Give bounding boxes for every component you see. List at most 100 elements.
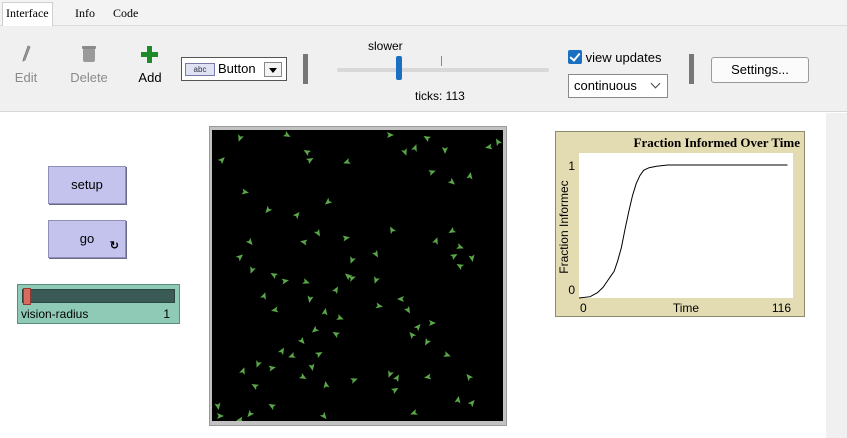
go-button-label: go bbox=[79, 231, 95, 246]
vertical-scrollbar[interactable] bbox=[826, 113, 847, 438]
add-button[interactable]: Add bbox=[137, 44, 163, 85]
speed-slider-center-tick bbox=[441, 56, 442, 66]
turtle bbox=[409, 331, 417, 340]
forever-icon: ↻ bbox=[109, 240, 119, 252]
turtle bbox=[413, 323, 421, 332]
delete-button[interactable]: Delete bbox=[69, 44, 109, 85]
widget-type-dropdown[interactable]: abc Button bbox=[181, 57, 287, 81]
turtle bbox=[331, 286, 338, 295]
turtle bbox=[271, 306, 279, 313]
tab-bar: Interface Info Code bbox=[0, 0, 847, 26]
turtle bbox=[214, 402, 221, 410]
view-updates-checkbox[interactable]: view updates bbox=[568, 50, 662, 65]
turtle bbox=[466, 373, 474, 382]
turtle bbox=[256, 360, 262, 368]
plot-fraction-informed: Fraction Informed Over Time 0 116 0 1 Time Fr… bbox=[555, 131, 805, 317]
turtle bbox=[217, 157, 225, 165]
turtle bbox=[428, 170, 436, 176]
ticks-counter: ticks: 113 bbox=[415, 89, 465, 103]
speed-slider-thumb[interactable] bbox=[396, 56, 402, 80]
update-mode-dropdown[interactable]: continuous bbox=[568, 74, 668, 98]
x-axis-label: Time bbox=[673, 301, 700, 315]
turtle bbox=[311, 325, 320, 333]
x-tick-label: 116 bbox=[772, 301, 791, 315]
turtle bbox=[342, 235, 350, 242]
turtle bbox=[239, 367, 245, 375]
tab-code[interactable]: Code bbox=[110, 3, 141, 25]
x-tick-label: 0 bbox=[580, 301, 587, 315]
turtle bbox=[496, 138, 503, 147]
turtle bbox=[448, 226, 457, 233]
turtle bbox=[303, 150, 312, 157]
turtle bbox=[314, 352, 323, 359]
turtle bbox=[324, 197, 333, 205]
toolbar-divider bbox=[303, 54, 308, 84]
plus-icon bbox=[141, 46, 158, 63]
view-updates-label: view updates bbox=[585, 50, 662, 65]
chevron-down-icon bbox=[650, 78, 661, 89]
turtle bbox=[235, 254, 244, 262]
y-tick-label: 1 bbox=[568, 159, 575, 173]
turtle bbox=[245, 237, 253, 246]
turtle bbox=[281, 278, 289, 285]
turtle bbox=[429, 320, 436, 326]
trash-icon bbox=[82, 46, 96, 62]
slider-value: 1 bbox=[163, 307, 170, 321]
turtle bbox=[466, 172, 473, 180]
turtle bbox=[270, 273, 279, 280]
turtle bbox=[485, 143, 493, 150]
turtle bbox=[343, 158, 351, 164]
turtle bbox=[268, 404, 277, 411]
turtle bbox=[217, 413, 224, 419]
turtle bbox=[247, 409, 255, 418]
turtle bbox=[374, 276, 380, 284]
turtle bbox=[305, 158, 314, 165]
vision-radius-slider[interactable]: vision-radius 1 bbox=[17, 284, 180, 324]
add-label: Add bbox=[138, 70, 162, 85]
settings-button[interactable]: Settings... bbox=[711, 57, 809, 83]
y-tick-label: 0 bbox=[568, 283, 575, 297]
turtle bbox=[397, 296, 404, 302]
checkbox-checked-icon bbox=[568, 50, 582, 64]
go-button[interactable]: go ↻ bbox=[48, 220, 126, 258]
turtle bbox=[442, 147, 448, 154]
update-mode-value: continuous bbox=[574, 78, 637, 93]
turtle bbox=[297, 336, 305, 345]
tab-interface[interactable]: Interface bbox=[2, 2, 53, 26]
turtle bbox=[336, 314, 344, 320]
plot-canvas: 0 116 0 1 Time Fraction Informec bbox=[557, 153, 793, 315]
tab-info[interactable]: Info bbox=[72, 3, 98, 25]
turtle bbox=[292, 211, 300, 220]
turtle bbox=[424, 373, 432, 380]
turtle bbox=[392, 374, 399, 383]
turtles-layer bbox=[214, 130, 503, 423]
turtle bbox=[447, 177, 456, 185]
turtle bbox=[302, 278, 310, 284]
speed-label: slower bbox=[368, 39, 403, 53]
setup-button[interactable]: setup bbox=[48, 166, 126, 204]
turtle bbox=[411, 144, 417, 152]
turtle bbox=[265, 205, 273, 214]
turtle bbox=[387, 132, 394, 138]
slider-name: vision-radius bbox=[21, 307, 89, 321]
toolbar: Edit Delete Add abc Button slower ticks:… bbox=[0, 26, 847, 112]
widget-type-value: Button bbox=[218, 61, 256, 76]
turtle bbox=[432, 237, 438, 245]
turtle bbox=[236, 416, 244, 423]
turtle bbox=[454, 396, 461, 404]
edit-button[interactable]: Edit bbox=[13, 44, 39, 85]
turtle bbox=[268, 365, 276, 372]
turtle bbox=[443, 351, 451, 357]
turtle bbox=[390, 388, 399, 395]
speed-slider[interactable] bbox=[337, 68, 549, 72]
world-view[interactable] bbox=[212, 130, 503, 423]
turtle bbox=[449, 254, 458, 261]
turtle bbox=[321, 308, 328, 316]
turtle bbox=[313, 228, 320, 237]
turtle bbox=[456, 264, 465, 271]
turtle bbox=[390, 226, 397, 235]
turtle bbox=[251, 384, 260, 391]
slider-track[interactable] bbox=[22, 289, 175, 303]
slider-handle[interactable] bbox=[23, 288, 31, 305]
turtle bbox=[410, 409, 418, 415]
